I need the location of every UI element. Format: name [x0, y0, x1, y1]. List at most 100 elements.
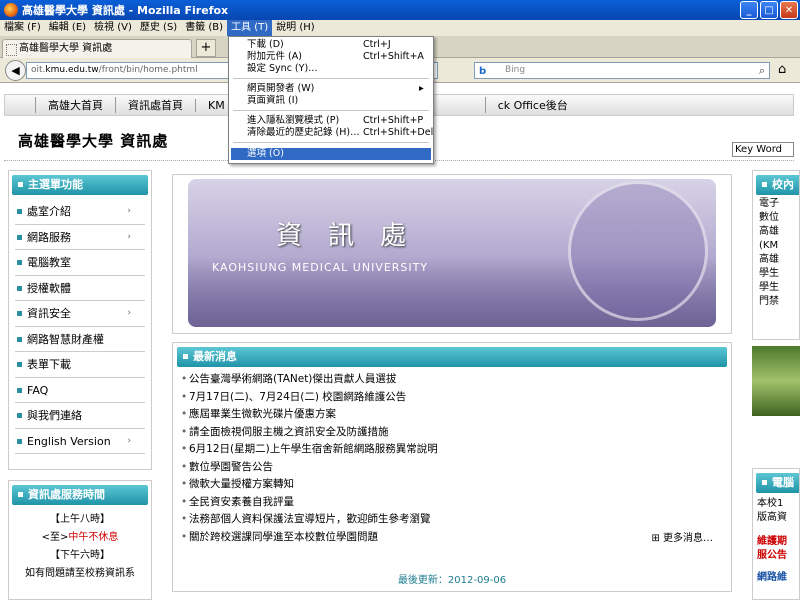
hours-to: <至> [41, 532, 69, 543]
news-item[interactable]: 公告臺灣學術網路(TANet)傑出貢獻人員選拔 [181, 371, 731, 389]
right-link[interactable]: 學生 [759, 281, 799, 295]
url-host: kmu.edu.tw [45, 65, 99, 75]
topnav-item-oit-home[interactable]: 資訊處首頁 [115, 97, 195, 113]
news-item[interactable]: 6月12日(星期二)上午學生宿舍新館網路服務異常說明 [181, 441, 731, 459]
left-menu-item[interactable]: 處室介紹 › [15, 199, 145, 225]
left-menu-item[interactable]: 資訊安全 › [15, 301, 145, 327]
topnav-item-backoffice[interactable]: ck Office後台 [484, 97, 580, 113]
tools-menu-sync[interactable]: 設定 Sync (Y)… [231, 63, 431, 75]
news-item[interactable]: 請全面檢視伺服主機之資訊安全及防護措施 [181, 424, 731, 442]
last-updated: 最後更新：2012-09-06 [397, 575, 507, 586]
tools-menu-downloads[interactable]: 下載 (D) Ctrl+J [231, 39, 431, 51]
topnav-item-kmu-home[interactable]: 高雄大首頁 [35, 97, 115, 113]
home-icon[interactable]: ⌂ [778, 62, 786, 77]
left-menu-item[interactable]: 電腦教室 [15, 250, 145, 276]
menu-separator [233, 142, 429, 143]
hours-start: 【上午八時】 [50, 514, 110, 525]
banner-subtitle: KAOHSIUNG MEDICAL UNIVERSITY [212, 261, 429, 274]
right-link[interactable]: 電子 [759, 197, 799, 211]
tools-menu-private-browsing[interactable]: 進入隱私瀏覽模式 (P) Ctrl+Shift+P [231, 115, 431, 127]
hours-note: 如有問題請至校務資訊系 [25, 568, 135, 579]
submenu-arrow-icon: ▸ [419, 83, 424, 94]
right-links-heading: 校內 [756, 175, 799, 195]
notice-text: 維護期 [757, 536, 787, 547]
tools-menu-page-info[interactable]: 頁面資訊 (I) [231, 95, 431, 107]
bing-icon[interactable]: b [479, 64, 486, 79]
news-item[interactable]: 應屆畢業生微軟光碟片優惠方案 [181, 406, 731, 424]
service-hours-box: 資訊處服務時間 【上午八時】 <至>中午不休息 【下午六時】 如有問題請至校務資… [8, 480, 152, 600]
main-menu-heading: 主選單功能 [12, 175, 148, 195]
window-titlebar: 高雄醫學大學 資訊處 - Mozilla Firefox _ □ ✕ [0, 0, 800, 20]
tab-kmu-oit[interactable]: 高雄醫學大學 資訊處 [2, 39, 192, 58]
search-input[interactable]: b Bing ⌕ [474, 62, 770, 79]
news-box: 最新消息 公告臺灣學術網路(TANet)傑出貢獻人員選拔 7月17日(二)、7月… [172, 342, 732, 592]
chevron-right-icon: › [127, 231, 131, 242]
menu-view[interactable]: 檢視 (V) [90, 20, 136, 36]
keyword-search-button[interactable]: Key Word [732, 142, 794, 157]
main-menu-box: 主選單功能 處室介紹 › 網路服務 › 電腦教室 授權軟體 資訊安全 › 網路智慧財產… [8, 170, 152, 470]
banner-title: 資訊處 [276, 221, 433, 251]
menu-help[interactable]: 說明 (H) [272, 20, 319, 36]
menubar: 檔案 (F) 編輯 (E) 檢視 (V) 歷史 (S) 書籤 (B) 工具 (T… [0, 20, 800, 36]
notice-text: 本校1 [757, 498, 784, 509]
left-menu-item[interactable]: English Version › [15, 429, 145, 454]
menu-bookmarks[interactable]: 書籤 (B) [181, 20, 227, 36]
more-news-link[interactable]: ⊞ 更多消息… [651, 529, 713, 544]
window-title: 高雄醫學大學 資訊處 - Mozilla Firefox [22, 4, 229, 17]
url-path: /front/bin/home.phtml [98, 65, 198, 75]
campus-photo [752, 346, 800, 416]
right-link[interactable]: 門禁 [759, 295, 799, 309]
left-menu-item[interactable]: 網路服務 › [15, 225, 145, 250]
chevron-right-icon: › [127, 308, 131, 318]
news-item[interactable]: 微軟大量授權方案轉知 [181, 476, 731, 494]
tools-menu-addons[interactable]: 附加元件 (A) Ctrl+Shift+A [231, 51, 431, 63]
plus-box-icon: ⊞ [651, 533, 663, 544]
left-menu-item[interactable]: 授權軟體 [15, 276, 145, 301]
service-hours-heading: 資訊處服務時間 [12, 485, 148, 505]
right-link[interactable]: 學生 [759, 267, 799, 281]
site-title: 高雄醫學大學 資訊處 [18, 132, 169, 150]
right-link[interactable]: 高雄 [759, 253, 799, 267]
menu-separator [233, 78, 429, 79]
tools-menu-web-developer[interactable]: 網頁開發者 (W) ▸ [231, 83, 431, 95]
university-seal-icon [568, 181, 708, 321]
news-item[interactable]: 7月17日(二)、7月24日(二) 校園網路維護公告 [181, 389, 731, 407]
chevron-right-icon: › [127, 206, 131, 216]
news-item[interactable]: 法務部個人資料保護法宣導短片，歡迎師生參考瀏覽 [181, 511, 731, 529]
menu-file[interactable]: 檔案 (F) [0, 20, 45, 36]
notice-text: 服公告 [757, 550, 787, 561]
tools-menu-options[interactable]: 選項 (O) [231, 148, 431, 160]
hours-no-break: 中午不休息 [68, 532, 119, 543]
new-tab-button[interactable]: + [196, 39, 216, 57]
left-menu-item[interactable]: FAQ [15, 378, 145, 403]
left-menu-item[interactable]: 網路智慧財產權 [15, 327, 145, 352]
menu-edit[interactable]: 編輯 (E) [45, 20, 90, 36]
banner-image: 資訊處 KAOHSIUNG MEDICAL UNIVERSITY [188, 179, 716, 327]
left-menu-item[interactable]: 與我們連絡 [15, 403, 145, 429]
hours-end: 【下午六時】 [50, 550, 110, 561]
chevron-right-icon: › [127, 435, 131, 446]
left-menu-item[interactable]: 表單下載 [15, 352, 145, 378]
news-item[interactable]: 數位學園警告公告 [181, 459, 731, 477]
news-item[interactable]: 關於跨校選課同學進至本校數位學園問題 [181, 529, 731, 547]
tools-menu-clear-history[interactable]: 清除最近的歷史記錄 (H)… Ctrl+Shift+Del [231, 127, 433, 139]
menu-separator [233, 110, 429, 111]
news-heading: 最新消息 [177, 347, 727, 367]
right-link[interactable]: 高雄 [759, 225, 799, 239]
banner: 資訊處 KAOHSIUNG MEDICAL UNIVERSITY [172, 174, 732, 334]
menu-tools[interactable]: 工具 (T) [227, 20, 273, 36]
back-arrow-icon[interactable]: ◀ [5, 60, 26, 81]
maximize-button[interactable]: □ [760, 1, 778, 19]
right-notice-box: 電腦 本校1 版高資 維護期 服公告 網路維 [752, 468, 800, 600]
url-prefix: oit. [31, 65, 46, 75]
right-link[interactable]: 數位 [759, 211, 799, 225]
search-icon[interactable]: ⌕ [759, 63, 765, 78]
notice-text: 網路維 [757, 572, 787, 583]
news-item[interactable]: 全民資安素養自我評量 [181, 494, 731, 512]
close-button[interactable]: ✕ [780, 1, 798, 19]
minimize-button[interactable]: _ [740, 1, 758, 19]
menu-history[interactable]: 歷史 (S) [136, 20, 181, 36]
search-placeholder: Bing [505, 65, 526, 75]
main-content: 資訊處 KAOHSIUNG MEDICAL UNIVERSITY 最新消息 公告… [170, 174, 733, 594]
right-link[interactable]: (KM [759, 239, 799, 253]
